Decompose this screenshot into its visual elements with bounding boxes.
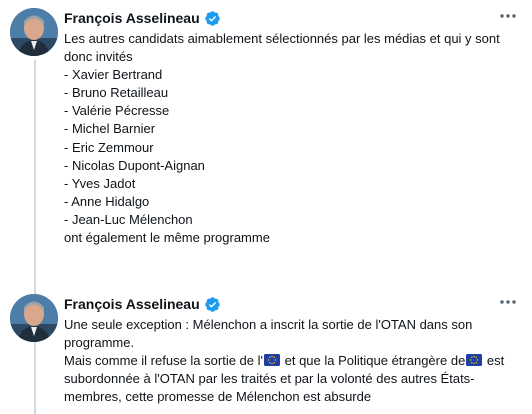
avatar-image xyxy=(10,294,58,342)
text-segment: Mais comme il refuse la sortie de l' xyxy=(64,353,263,369)
tweet-header: François Asselineau xyxy=(64,8,221,28)
thread-connector-line xyxy=(34,342,36,414)
candidate-list-item: - Anne Hidalgo xyxy=(64,193,150,209)
tweet-text: Les autres candidats aimablement sélecti… xyxy=(64,30,514,247)
tweet-text-line: Les autres candidats aimablement sélecti… xyxy=(64,31,500,46)
tweet-text-line: programme. xyxy=(64,335,135,351)
tweet-text-line: ont également le même programme xyxy=(64,230,270,246)
tweet-text-line: Une seule exception : Mélenchon a inscri… xyxy=(64,317,473,332)
author-name[interactable]: François Asselineau xyxy=(64,10,200,26)
tweet-text-line: donc invités xyxy=(64,49,133,65)
eu-flag-emoji-icon xyxy=(264,354,280,367)
avatar[interactable] xyxy=(10,8,58,56)
candidate-list-item: - Jean-Luc Mélenchon xyxy=(64,211,193,227)
avatar[interactable] xyxy=(10,294,58,342)
tweet-text-line: subordonnée à l'OTAN par les traités et … xyxy=(64,371,475,387)
verified-badge-icon xyxy=(204,10,220,26)
avatar-image xyxy=(10,8,58,56)
tweet-header: François Asselineau xyxy=(64,294,221,314)
text-segment: et que la Politique étrangère de xyxy=(281,353,466,369)
thread-connector-line xyxy=(34,60,36,296)
more-options-icon[interactable] xyxy=(498,9,518,23)
tweet-text-line: Mais comme il refuse la sortie de l' et … xyxy=(64,352,514,370)
candidate-list-item: - Xavier Bertrand xyxy=(64,67,163,83)
text-segment: est xyxy=(483,353,505,369)
tweet-text-line: membres, cette promesse de Mélenchon est… xyxy=(64,389,372,405)
more-options-icon[interactable] xyxy=(498,295,518,309)
candidate-list-item: - Eric Zemmour xyxy=(64,139,154,155)
candidate-list-item: - Bruno Retailleau xyxy=(64,85,169,101)
author-name[interactable]: François Asselineau xyxy=(64,296,200,312)
verified-badge-icon xyxy=(204,296,220,312)
tweet-text: Une seule exception : Mélenchon a inscri… xyxy=(64,316,514,406)
eu-flag-emoji-icon xyxy=(466,354,483,367)
candidate-list-item: - Valérie Pécresse xyxy=(64,103,170,119)
candidate-list-item: - Nicolas Dupont-Aignan xyxy=(64,157,205,173)
candidate-list-item: - Yves Jadot xyxy=(64,175,136,191)
candidate-list-item: - Michel Barnier xyxy=(64,121,156,137)
